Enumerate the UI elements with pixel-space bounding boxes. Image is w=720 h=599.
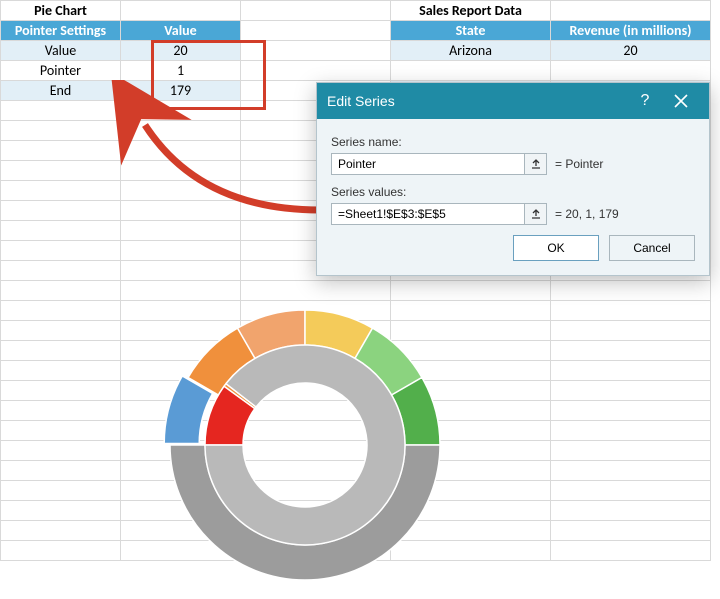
close-icon (674, 94, 688, 108)
pie-row-val[interactable]: 1 (121, 61, 241, 81)
collapse-icon (530, 208, 542, 220)
pie-col-settings: Pointer Settings (1, 21, 121, 41)
sales-report-title: Sales Report Data (391, 1, 551, 21)
dialog-title-text: Edit Series (327, 93, 395, 109)
series-values-preview: = 20, 1, 179 (555, 207, 619, 221)
dialog-titlebar[interactable]: Edit Series ? (317, 83, 709, 119)
series-name-preview: = Pointer (555, 157, 603, 171)
series-name-label: Series name: (331, 135, 695, 149)
sales-col-revenue: Revenue (in millions) (551, 21, 711, 41)
sales-col-state: State (391, 21, 551, 41)
pie-row-val[interactable]: 179 (121, 81, 241, 101)
series-values-ref-button[interactable] (524, 204, 546, 224)
sales-row-rev[interactable]: 20 (551, 41, 711, 61)
series-name-ref-button[interactable] (524, 154, 546, 174)
ok-button[interactable]: OK (513, 235, 599, 261)
edit-series-dialog[interactable]: Edit Series ? Series name: = Pointer Ser… (316, 82, 710, 276)
sales-row-state[interactable]: Arizona (391, 41, 551, 61)
pie-row-label[interactable]: End (1, 81, 121, 101)
cancel-button[interactable]: Cancel (609, 235, 695, 261)
series-values-input[interactable] (332, 204, 524, 224)
pie-row-label[interactable]: Pointer (1, 61, 121, 81)
pie-row-val[interactable]: 20 (121, 41, 241, 61)
dialog-help-button[interactable]: ? (627, 83, 663, 119)
dialog-close-button[interactable] (663, 83, 699, 119)
pie-row-label[interactable]: Value (1, 41, 121, 61)
pie-col-value: Value (121, 21, 241, 41)
pie-chart-title: Pie Chart (1, 1, 121, 21)
series-values-label: Series values: (331, 185, 695, 199)
series-name-input[interactable] (332, 154, 524, 174)
gauge-chart[interactable] (155, 295, 455, 595)
collapse-icon (530, 158, 542, 170)
